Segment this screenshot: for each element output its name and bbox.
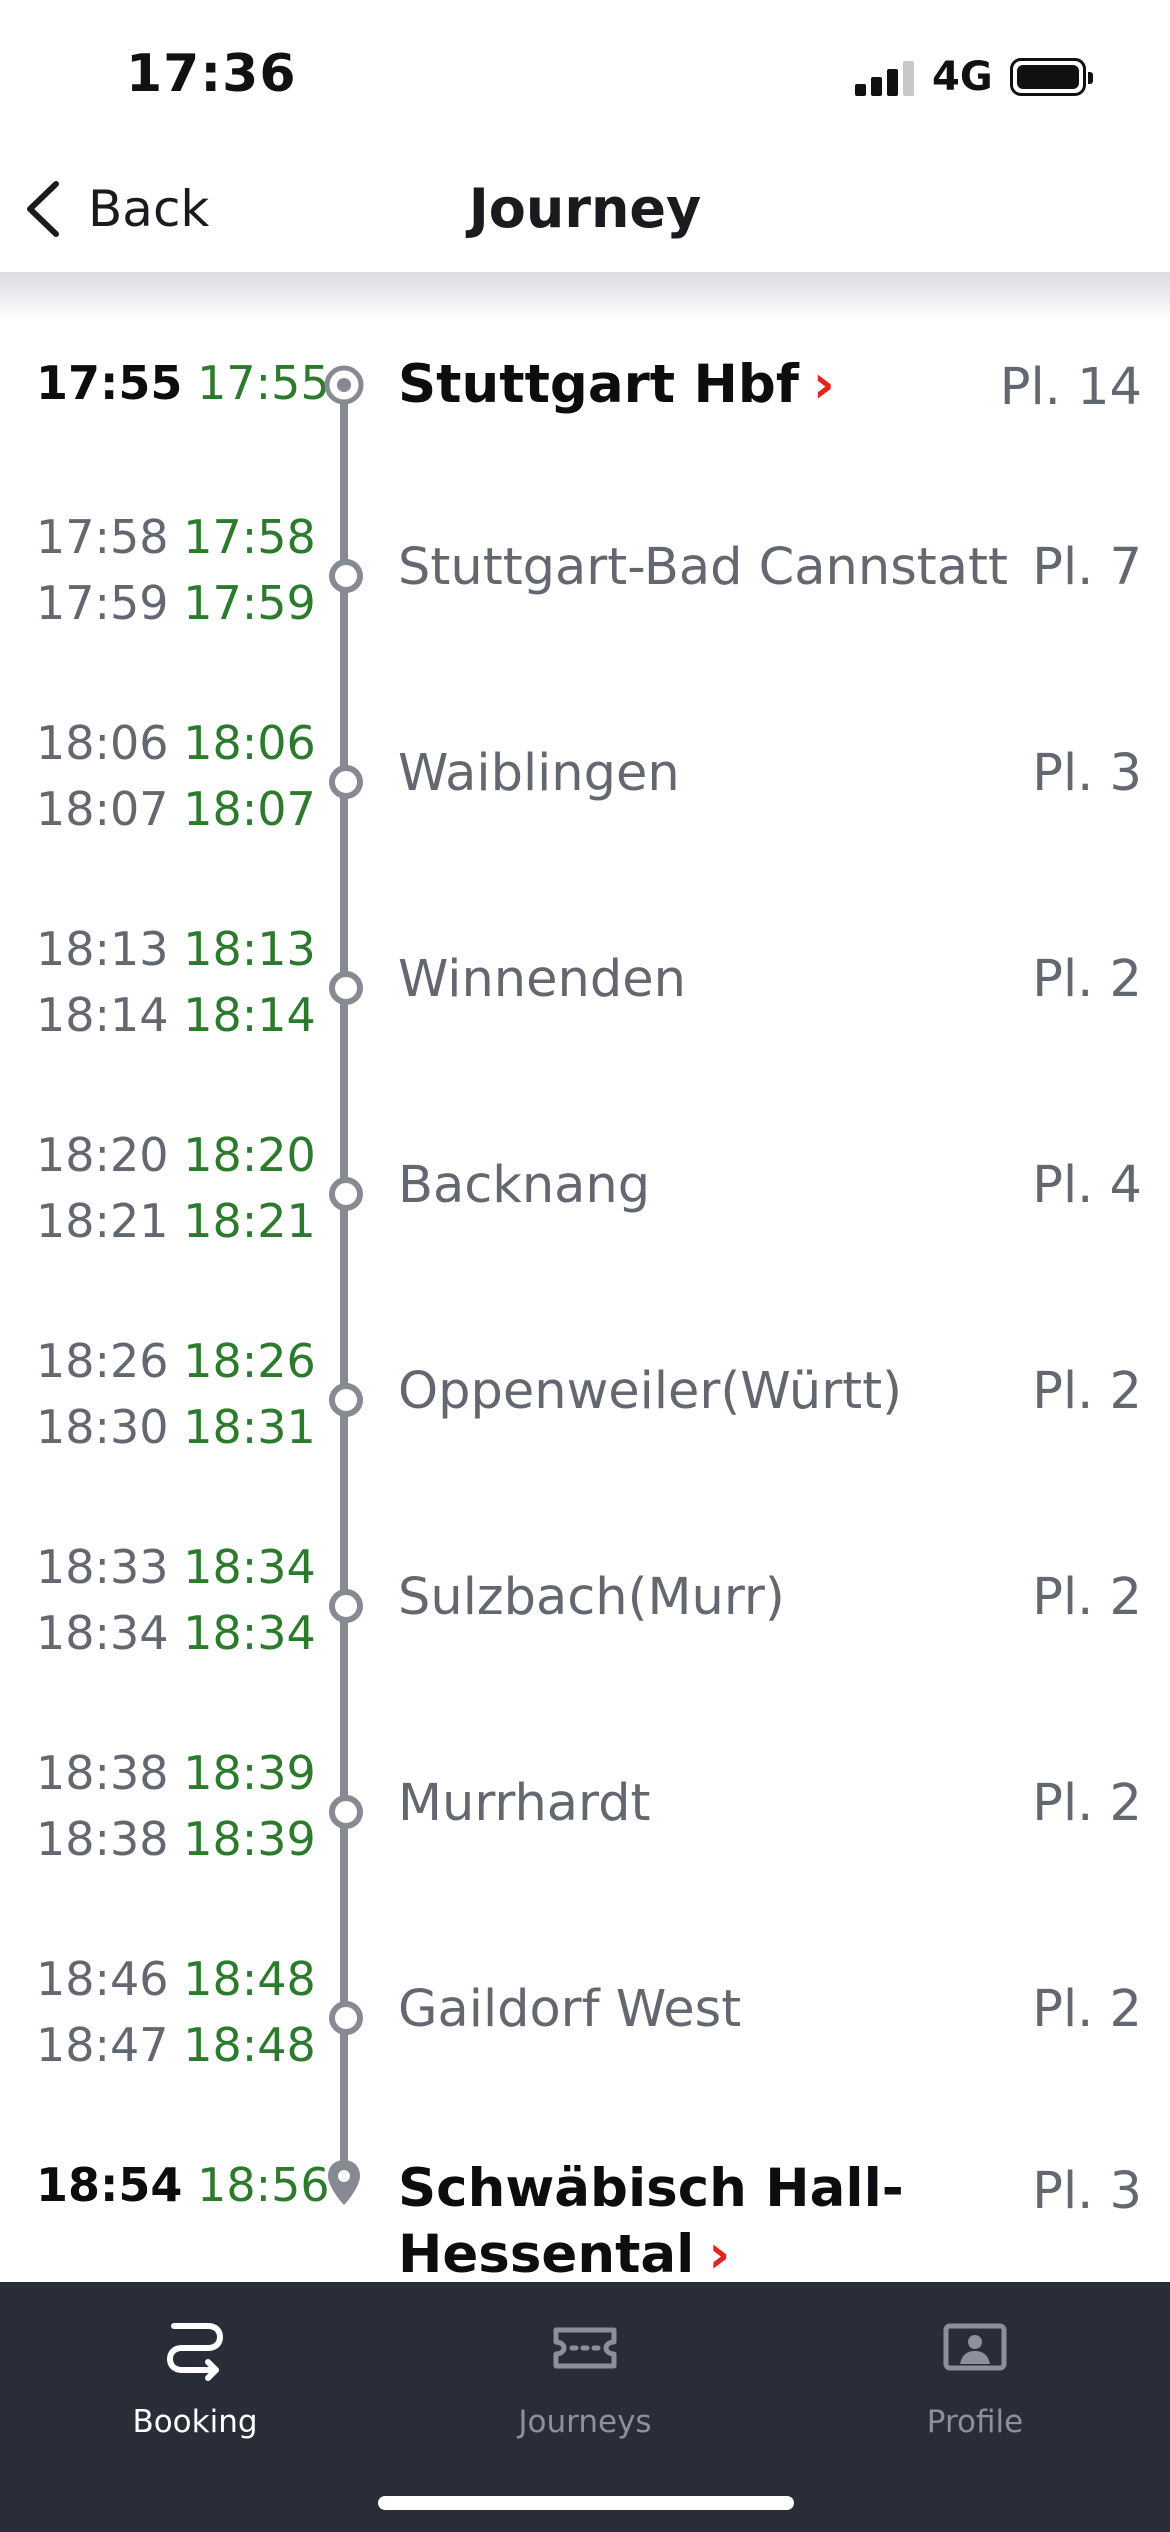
origin-marker-icon bbox=[324, 365, 364, 405]
arrival-actual: 18:34 bbox=[183, 1540, 316, 1594]
stop-node-icon bbox=[329, 1383, 363, 1417]
arrival-actual: 18:56 bbox=[197, 2158, 330, 2212]
station-name: Waiblingen bbox=[398, 744, 680, 803]
stop-times: 18:26 18:26 18:30 18:31 bbox=[36, 1328, 316, 1460]
departure-actual: 18:34 bbox=[183, 1606, 316, 1660]
departure-planned: 18:38 bbox=[36, 1812, 169, 1866]
station-name: Gaildorf West bbox=[398, 1980, 742, 2039]
stop-times: 18:38 18:39 18:38 18:39 bbox=[36, 1740, 316, 1872]
arrival-actual: 17:58 bbox=[183, 510, 316, 564]
arrival-planned: 18:46 bbox=[36, 1952, 169, 2006]
arrival-actual: 18:13 bbox=[183, 922, 316, 976]
departure-planned: 17:55 bbox=[36, 356, 183, 410]
tab-label: Booking bbox=[132, 2404, 258, 2440]
tab-label: Profile bbox=[926, 2404, 1024, 2440]
station-name: Backnang bbox=[398, 1156, 651, 1215]
departure-planned: 18:30 bbox=[36, 1400, 169, 1454]
platform: Pl. 2 bbox=[1032, 950, 1142, 1009]
platform: Pl. 14 bbox=[999, 358, 1142, 417]
home-indicator bbox=[378, 2496, 794, 2510]
departure-planned: 18:34 bbox=[36, 1606, 169, 1660]
tab-journeys[interactable]: Journeys bbox=[390, 2312, 780, 2440]
stop-node-icon bbox=[329, 1589, 363, 1623]
station-name: Stuttgart Hbf › bbox=[398, 354, 835, 415]
departure-planned: 18:14 bbox=[36, 988, 169, 1042]
profile-icon bbox=[943, 2323, 1007, 2371]
departure-actual: 18:31 bbox=[183, 1400, 316, 1454]
arrival-planned: 18:13 bbox=[36, 922, 169, 976]
navigation-header: Back Journey bbox=[0, 150, 1170, 272]
status-bar: 17:36 4G bbox=[0, 0, 1170, 150]
stop-times: 18:06 18:06 18:07 18:07 bbox=[36, 710, 316, 842]
platform: Pl. 2 bbox=[1032, 1980, 1142, 2039]
route-line bbox=[340, 385, 348, 2165]
platform: Pl. 7 bbox=[1032, 538, 1142, 597]
arrival-planned: 18:06 bbox=[36, 716, 169, 770]
departure-actual: 18:14 bbox=[183, 988, 316, 1042]
stop-times: 17:55 17:55 bbox=[36, 350, 330, 416]
departure-actual: 18:39 bbox=[183, 1812, 316, 1866]
tab-bar: Booking Journeys Profile bbox=[0, 2282, 1170, 2532]
battery-icon bbox=[1010, 58, 1093, 96]
route-icon bbox=[166, 2323, 224, 2381]
stop-node-icon bbox=[329, 1177, 363, 1211]
platform: Pl. 2 bbox=[1032, 1774, 1142, 1833]
stop-times: 18:46 18:48 18:47 18:48 bbox=[36, 1946, 316, 2078]
arrival-planned: 18:33 bbox=[36, 1540, 169, 1594]
stop-times: 17:58 17:58 17:59 17:59 bbox=[36, 504, 316, 636]
arrival-actual: 18:48 bbox=[183, 1952, 316, 2006]
station-name: Sulzbach(Murr) bbox=[398, 1568, 785, 1627]
header-shadow bbox=[0, 272, 1170, 320]
stop-node-icon bbox=[329, 971, 363, 1005]
tab-label: Journeys bbox=[518, 2404, 652, 2440]
platform: Pl. 3 bbox=[1032, 744, 1142, 803]
departure-actual: 17:59 bbox=[183, 576, 316, 630]
tab-profile[interactable]: Profile bbox=[780, 2312, 1170, 2440]
arrival-actual: 18:20 bbox=[183, 1128, 316, 1182]
stop-times: 18:20 18:20 18:21 18:21 bbox=[36, 1122, 316, 1254]
platform: Pl. 2 bbox=[1032, 1568, 1142, 1627]
arrival-planned: 18:54 bbox=[36, 2158, 183, 2212]
platform: Pl. 4 bbox=[1032, 1156, 1142, 1215]
tab-booking[interactable]: Booking bbox=[0, 2312, 390, 2440]
station-name: Oppenweiler(Württ) bbox=[398, 1362, 903, 1421]
network-type: 4G bbox=[932, 54, 993, 100]
stop-times: 18:13 18:13 18:14 18:14 bbox=[36, 916, 316, 1048]
status-time: 17:36 bbox=[126, 44, 297, 104]
arrival-actual: 18:26 bbox=[183, 1334, 316, 1388]
platform: Pl. 2 bbox=[1032, 1362, 1142, 1421]
platform: Pl. 3 bbox=[1032, 2162, 1142, 2221]
cellular-signal-icon bbox=[855, 60, 915, 96]
arrival-actual: 18:39 bbox=[183, 1746, 316, 1800]
journey-timeline: 17:55 17:55 Stuttgart Hbf › Pl. 14 17:58 … bbox=[0, 320, 1170, 2285]
station-name: Schwäbisch Hall- Hessental › bbox=[398, 2158, 904, 2285]
arrival-planned: 18:26 bbox=[36, 1334, 169, 1388]
stop-node-icon bbox=[329, 2001, 363, 2035]
station-name: Stuttgart-Bad Cannstatt bbox=[398, 538, 1009, 597]
page-title: Journey bbox=[468, 177, 702, 240]
arrival-planned: 18:20 bbox=[36, 1128, 169, 1182]
departure-actual: 18:48 bbox=[183, 2018, 316, 2072]
station-name: Winnenden bbox=[398, 950, 686, 1009]
station-name: Murrhardt bbox=[398, 1774, 651, 1833]
stop-node-icon bbox=[329, 765, 363, 799]
stop-times: 18:33 18:34 18:34 18:34 bbox=[36, 1534, 316, 1666]
departure-actual: 18:21 bbox=[183, 1194, 316, 1248]
departure-planned: 17:59 bbox=[36, 576, 169, 630]
departure-planned: 18:07 bbox=[36, 782, 169, 836]
departure-planned: 18:47 bbox=[36, 2018, 169, 2072]
chevron-right-icon: › bbox=[708, 2224, 731, 2285]
destination-pin-icon bbox=[328, 2160, 360, 2205]
departure-actual: 17:55 bbox=[197, 356, 330, 410]
arrival-planned: 17:58 bbox=[36, 510, 169, 564]
departure-actual: 18:07 bbox=[183, 782, 316, 836]
stop-node-icon bbox=[329, 1795, 363, 1829]
stop-node-icon bbox=[329, 559, 363, 593]
chevron-right-icon: › bbox=[812, 354, 835, 415]
stop-times: 18:54 18:56 bbox=[36, 2152, 330, 2218]
ticket-icon bbox=[553, 2327, 617, 2369]
arrival-planned: 18:38 bbox=[36, 1746, 169, 1800]
departure-planned: 18:21 bbox=[36, 1194, 169, 1248]
arrival-actual: 18:06 bbox=[183, 716, 316, 770]
